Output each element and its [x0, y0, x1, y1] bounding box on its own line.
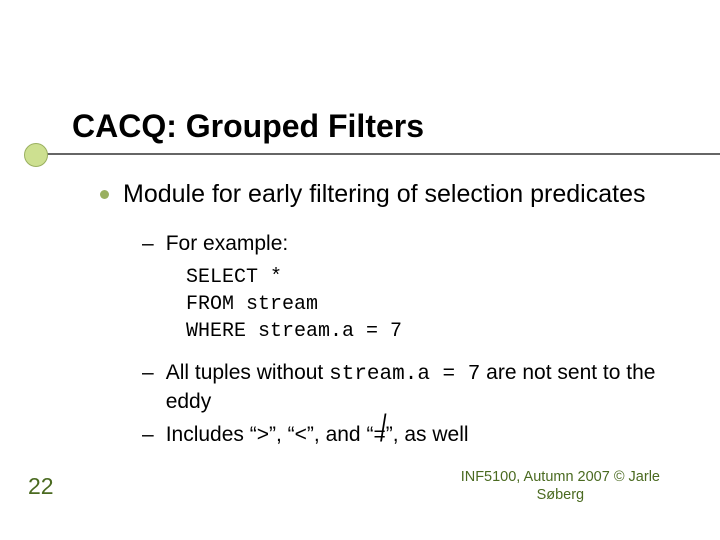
not-equal-symbol: =/	[373, 421, 385, 448]
title-underline	[36, 153, 720, 155]
sql-code-block: SELECT * FROM stream WHERE stream.a = 7	[186, 264, 660, 345]
includes-text: Includes “>”, “<”, and “=/”, as well	[166, 421, 469, 448]
footer-line: INF5100, Autumn 2007 © Jarle	[461, 468, 660, 486]
code-line: SELECT *	[186, 264, 660, 291]
dash-icon: –	[142, 421, 154, 448]
slide-body: Module for early filtering of selection …	[100, 179, 660, 448]
sub-bullet-includes: – Includes “>”, “<”, and “=/”, as well	[142, 421, 660, 448]
sub-bullet-tuples: – All tuples without stream.a = 7 are no…	[142, 359, 660, 416]
bullet-level1: Module for early filtering of selection …	[100, 179, 660, 210]
title-block: CACQ: Grouped Filters	[72, 108, 720, 145]
dash-icon: –	[142, 359, 154, 416]
main-point-text: Module for early filtering of selection …	[123, 179, 646, 210]
slide-number: 22	[28, 473, 54, 500]
for-example-text: For example:	[166, 230, 289, 257]
slide: CACQ: Grouped Filters Module for early f…	[0, 0, 720, 540]
slide-title: CACQ: Grouped Filters	[72, 108, 720, 145]
tuples-text: All tuples without stream.a = 7 are not …	[166, 359, 660, 416]
bullet-icon	[100, 190, 109, 199]
footer: INF5100, Autumn 2007 © Jarle Søberg	[461, 468, 660, 504]
footer-line: Søberg	[461, 486, 660, 504]
sub-bullet-example: – For example:	[142, 230, 660, 257]
code-line: WHERE stream.a = 7	[186, 318, 660, 345]
dash-icon: –	[142, 230, 154, 257]
sub-bullets: – For example: SELECT * FROM stream WHER…	[142, 230, 660, 448]
code-line: FROM stream	[186, 291, 660, 318]
